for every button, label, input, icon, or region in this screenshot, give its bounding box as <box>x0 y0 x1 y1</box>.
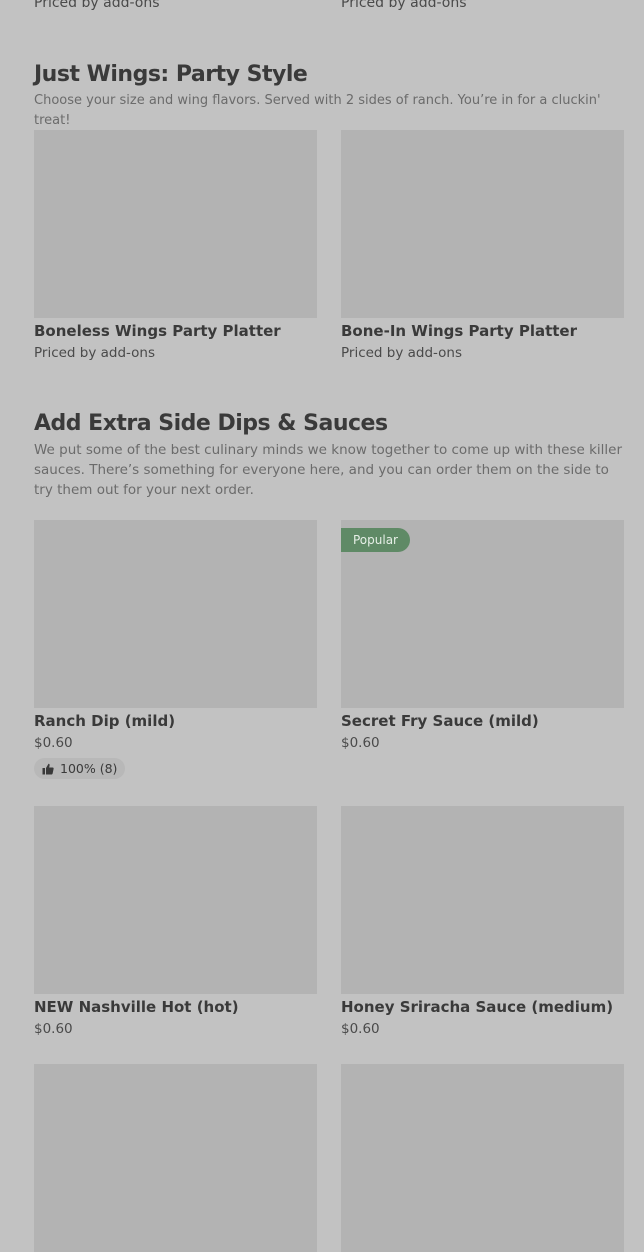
menu-item-card[interactable]: Honey Sriracha Sauce (medium) $0.60 <box>341 806 624 1038</box>
item-grid-dips-row2: NEW Nashville Hot (hot) $0.60 Honey Srir… <box>34 806 624 1038</box>
item-name: Honey Sriracha Sauce (medium) <box>341 998 614 1016</box>
item-price: $0.60 <box>341 1021 380 1037</box>
menu-item-card[interactable]: Boneless Wings Party Platter Priced by a… <box>34 130 317 362</box>
item-name: Secret Fry Sauce (mild) <box>341 712 539 730</box>
item-grid-dips-row3 <box>34 1064 624 1252</box>
item-name: Ranch Dip (mild) <box>34 712 176 730</box>
item-image[interactable] <box>341 130 624 318</box>
rating-badge: 100% (8) <box>34 758 126 779</box>
item-image[interactable] <box>34 520 317 708</box>
item-grid-wings: Boneless Wings Party Platter Priced by a… <box>34 130 624 362</box>
item-price: $0.60 <box>341 735 380 751</box>
item-name: Boneless Wings Party Platter <box>34 322 281 340</box>
menu-item-card[interactable] <box>341 1064 624 1252</box>
rating-text: 100% (8) <box>60 761 118 776</box>
item-image[interactable] <box>341 1064 624 1252</box>
menu-item-card[interactable]: Ranch Dip (mild) $0.60 100% (8) <box>34 520 317 779</box>
item-image[interactable] <box>34 806 317 994</box>
item-price: Priced by add-ons <box>341 0 467 11</box>
item-image[interactable]: Popular <box>341 520 624 708</box>
item-image[interactable] <box>34 1064 317 1252</box>
item-price: $0.60 <box>34 1021 73 1037</box>
section-description: Choose your size and wing flavors. Serve… <box>34 93 601 128</box>
section-title: Add Extra Side Dips & Sauces <box>34 411 388 436</box>
item-price: $0.60 <box>34 735 73 751</box>
menu-item-card[interactable] <box>34 1064 317 1252</box>
item-grid-dips-row1: Ranch Dip (mild) $0.60 100% (8) Popular … <box>34 520 624 779</box>
item-image[interactable] <box>34 130 317 318</box>
item-name: Bone-In Wings Party Platter <box>341 322 578 340</box>
top-price-row: Priced by add-ons Priced by add-ons <box>34 0 624 11</box>
item-price: Priced by add-ons <box>341 345 463 361</box>
item-name: NEW Nashville Hot (hot) <box>34 998 239 1016</box>
item-image[interactable] <box>341 806 624 994</box>
section-header-dips: Add Extra Side Dips & Sauces We put some… <box>34 411 624 500</box>
section-description: We put some of the best culinary minds w… <box>34 442 623 498</box>
item-price: Priced by add-ons <box>34 345 156 361</box>
item-price: Priced by add-ons <box>34 0 160 11</box>
menu-item-card[interactable]: Bone-In Wings Party Platter Priced by ad… <box>341 130 624 362</box>
menu-item-card[interactable]: Popular Secret Fry Sauce (mild) $0.60 <box>341 520 624 779</box>
popular-badge: Popular <box>341 528 410 552</box>
thumbs-up-icon <box>42 763 54 774</box>
section-header-wings: Just Wings: Party Style Choose your size… <box>34 62 634 131</box>
menu-item-card[interactable]: NEW Nashville Hot (hot) $0.60 <box>34 806 317 1038</box>
section-title: Just Wings: Party Style <box>34 62 308 87</box>
